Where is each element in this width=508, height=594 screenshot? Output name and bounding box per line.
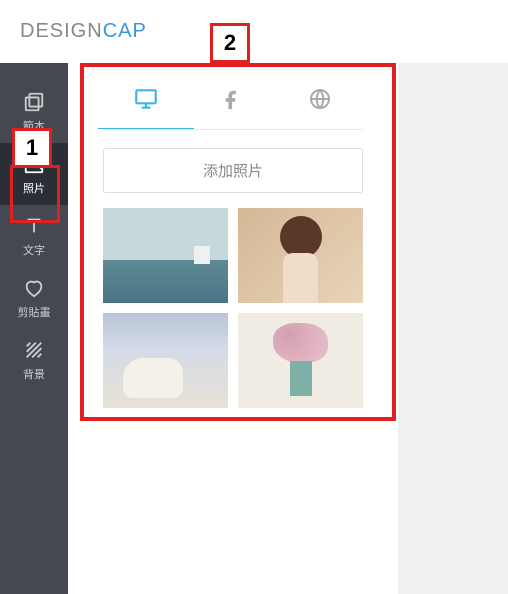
add-photo-label: 添加照片 — [203, 160, 263, 181]
add-photo-button[interactable]: 添加照片 — [103, 148, 363, 193]
logo: DESIGNCAP — [20, 20, 147, 43]
templates-icon — [23, 91, 45, 113]
photo-thumbnail[interactable] — [103, 208, 228, 303]
main-area: 範本 照片 文字 剪貼畫 背景 — [0, 63, 508, 594]
tabs-divider — [103, 129, 363, 130]
sidebar-item-clipart[interactable]: 剪貼畫 — [0, 267, 68, 329]
sidebar-item-label: 照片 — [23, 180, 45, 196]
app-header: DESIGNCAP — [0, 0, 508, 63]
sidebar-item-label: 背景 — [23, 366, 45, 382]
globe-icon — [308, 87, 332, 116]
logo-text-cap: CAP — [103, 20, 147, 42]
photo-thumbnail[interactable] — [103, 313, 228, 408]
logo-text-design: DESIGN — [20, 20, 103, 42]
sidebar-item-label: 範本 — [23, 118, 45, 134]
text-icon — [23, 215, 45, 237]
canvas-area — [398, 63, 508, 594]
photo-grid — [68, 193, 398, 423]
clipart-icon — [23, 277, 45, 299]
sidebar-item-text[interactable]: 文字 — [0, 205, 68, 267]
sidebar-item-background[interactable]: 背景 — [0, 329, 68, 391]
photos-icon — [23, 153, 45, 175]
sidebar-item-label: 剪貼畫 — [18, 304, 51, 320]
tab-computer[interactable] — [116, 81, 176, 121]
computer-icon — [133, 86, 159, 117]
photo-thumbnail[interactable] — [238, 313, 363, 408]
photo-panel: 添加照片 — [68, 63, 398, 594]
facebook-icon — [222, 88, 244, 115]
background-icon — [23, 339, 45, 361]
tab-facebook[interactable] — [203, 81, 263, 121]
photo-thumbnail[interactable] — [238, 208, 363, 303]
sidebar-item-photos[interactable]: 照片 — [0, 143, 68, 205]
sidebar-item-label: 文字 — [23, 242, 45, 258]
tab-web[interactable] — [290, 81, 350, 121]
sidebar-item-templates[interactable]: 範本 — [0, 81, 68, 143]
source-tabs — [68, 63, 398, 121]
left-sidebar: 範本 照片 文字 剪貼畫 背景 — [0, 63, 68, 594]
